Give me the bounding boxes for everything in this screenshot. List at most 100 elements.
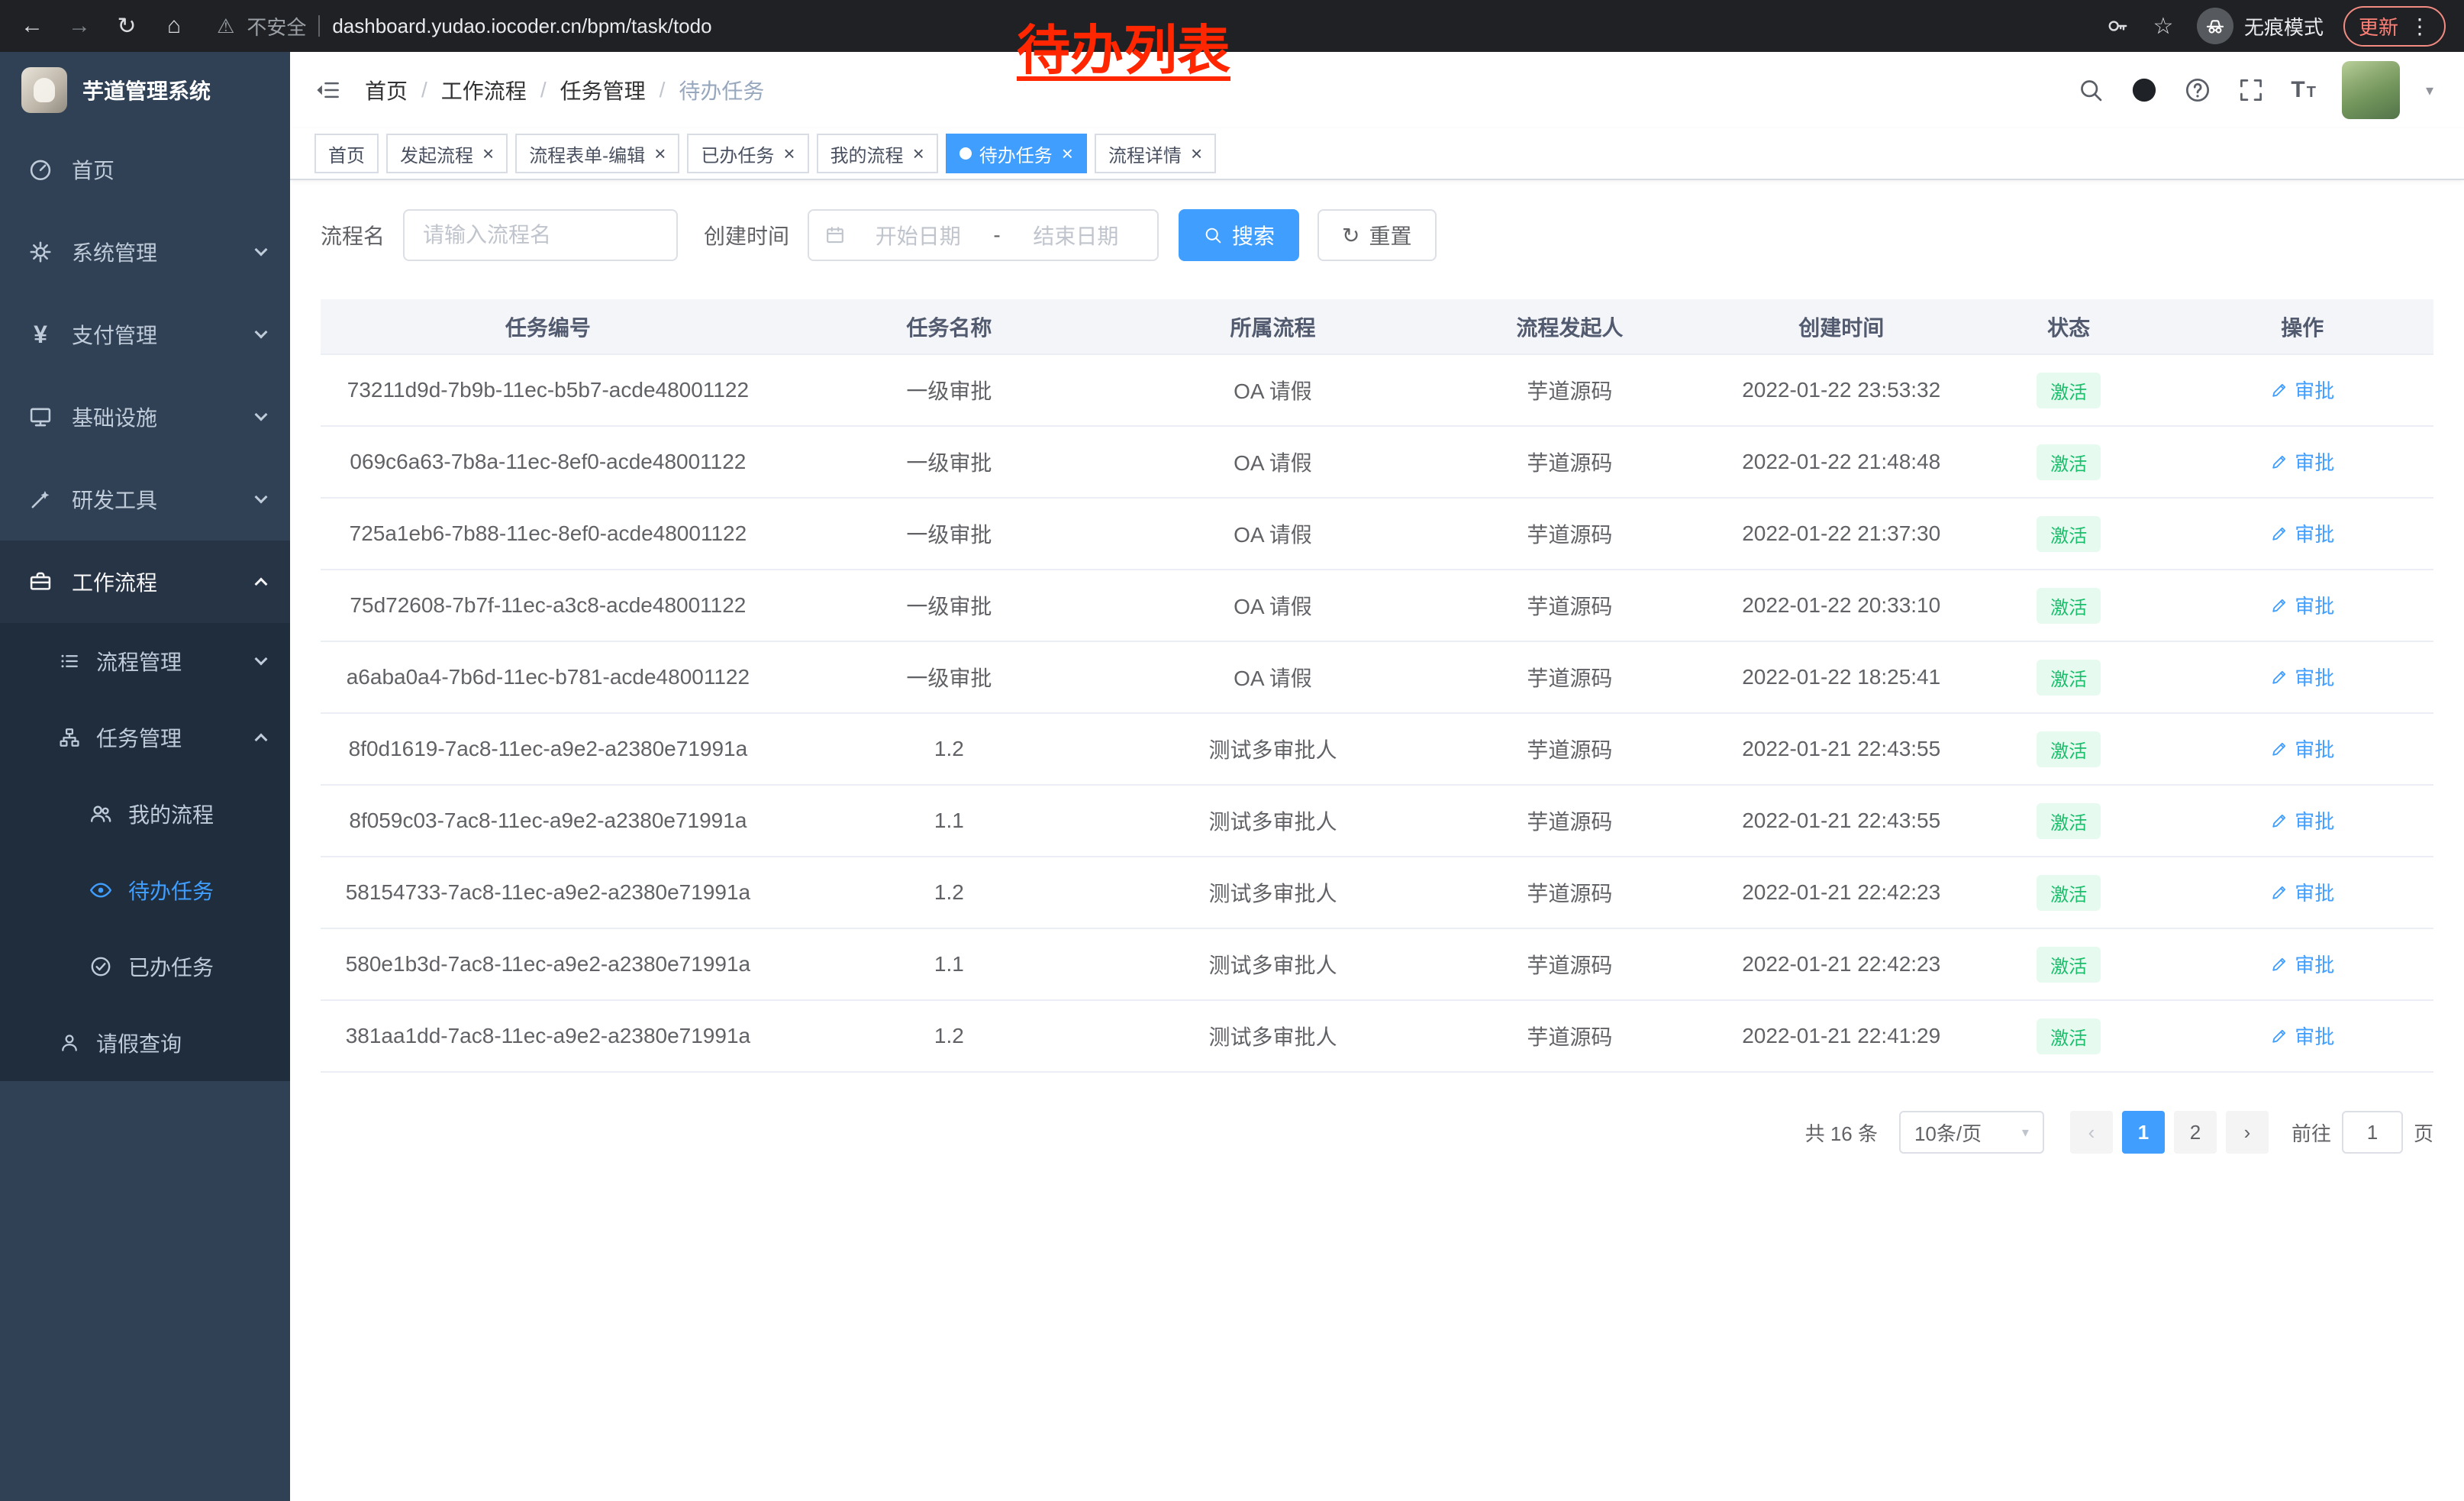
search-icon[interactable]: [2077, 76, 2104, 104]
breadcrumb-workflow[interactable]: 工作流程: [441, 75, 527, 105]
browser-update-button[interactable]: 更新 ⋮: [2343, 6, 2446, 47]
tab[interactable]: 我的流程 ×: [817, 134, 938, 173]
cell-initiator: 芋道源码: [1423, 857, 1717, 928]
forward-icon[interactable]: →: [66, 13, 93, 39]
cell-create-time: 2022-01-21 22:43:55: [1717, 785, 1966, 857]
font-size-icon[interactable]: TT: [2291, 79, 2316, 102]
fullscreen-icon[interactable]: [2237, 76, 2265, 104]
sidebar-item-todo-task[interactable]: 待办任务: [0, 852, 290, 928]
sidebar-item-task-mgmt[interactable]: 任务管理: [0, 699, 290, 776]
tab[interactable]: 发起流程 ×: [386, 134, 508, 173]
browser-menu-icon[interactable]: ⋮: [2409, 14, 2430, 39]
cell-create-time: 2022-01-21 22:41:29: [1717, 1000, 1966, 1072]
address-bar[interactable]: ⚠ 不安全 dashboard.yudao.iocoder.cn/bpm/tas…: [217, 12, 712, 40]
approve-link[interactable]: 审批: [2270, 447, 2334, 476]
sidebar-item-my-process[interactable]: 我的流程: [0, 776, 290, 852]
avatar-caret-icon[interactable]: ▾: [2426, 81, 2433, 100]
cell-task-name: 1.2: [776, 1000, 1123, 1072]
cell-process: OA 请假: [1123, 426, 1423, 498]
approve-link[interactable]: 审批: [2270, 376, 2334, 404]
prev-page-button[interactable]: ‹: [2070, 1111, 2113, 1154]
cell-initiator: 芋道源码: [1423, 713, 1717, 785]
tab-close-icon[interactable]: ×: [482, 144, 494, 163]
tab[interactable]: 待办任务 ×: [946, 134, 1087, 173]
search-button[interactable]: 搜索: [1179, 209, 1299, 261]
create-time-label: 创建时间: [704, 220, 789, 250]
edit-icon: [2270, 525, 2288, 543]
breadcrumb-task-mgmt[interactable]: 任务管理: [560, 75, 646, 105]
back-icon[interactable]: ←: [18, 13, 46, 39]
approve-link[interactable]: 审批: [2270, 878, 2334, 906]
tab[interactable]: 流程表单-编辑 ×: [515, 134, 679, 173]
sidebar-item-payment[interactable]: ¥ 支付管理: [0, 293, 290, 376]
sidebar-item-devtools[interactable]: 研发工具: [0, 458, 290, 541]
sidebar-menu: 首页 系统管理 ¥ 支付管理 基础设施 研发工具: [0, 128, 290, 1081]
date-range-picker[interactable]: 开始日期 - 结束日期: [808, 209, 1159, 261]
tab-close-icon[interactable]: ×: [913, 144, 924, 163]
sidebar-item-leave-query[interactable]: 请假查询: [0, 1005, 290, 1081]
avatar[interactable]: [2342, 61, 2400, 119]
approve-link[interactable]: 审批: [2270, 734, 2334, 763]
help-icon[interactable]: [2184, 76, 2211, 104]
table-row: 8f059c03-7ac8-11ec-a9e2-a2380e71991a 1.1…: [321, 785, 2433, 857]
edit-icon: [2270, 883, 2288, 902]
tab[interactable]: 流程详情 ×: [1095, 134, 1216, 173]
sidebar-item-infra[interactable]: 基础设施: [0, 376, 290, 458]
tab-close-icon[interactable]: ×: [1062, 144, 1073, 163]
reset-button[interactable]: ↻ 重置: [1317, 209, 1436, 261]
cell-actions: 审批: [2172, 857, 2433, 928]
sidebar-item-workflow[interactable]: 工作流程: [0, 541, 290, 623]
cell-create-time: 2022-01-22 23:53:32: [1717, 354, 1966, 426]
next-page-button[interactable]: ›: [2226, 1111, 2269, 1154]
check-icon: [89, 954, 113, 979]
status-badge: 激活: [2037, 875, 2101, 911]
cell-status: 激活: [1966, 928, 2172, 1000]
cell-task-name: 一级审批: [776, 426, 1123, 498]
tab-close-icon[interactable]: ×: [783, 144, 795, 163]
cell-task-name: 1.2: [776, 857, 1123, 928]
approve-link[interactable]: 审批: [2270, 806, 2334, 834]
app-logo[interactable]: 芋道管理系统: [0, 52, 290, 128]
tab[interactable]: 已办任务 ×: [687, 134, 808, 173]
sidebar-collapse-icon[interactable]: [314, 77, 340, 103]
tab[interactable]: 首页: [314, 134, 379, 173]
table-row: 580e1b3d-7ac8-11ec-a9e2-a2380e71991a 1.1…: [321, 928, 2433, 1000]
status-badge: 激活: [2037, 588, 2101, 624]
cell-task-id: 8f059c03-7ac8-11ec-a9e2-a2380e71991a: [321, 785, 776, 857]
cell-create-time: 2022-01-21 22:43:55: [1717, 713, 1966, 785]
cell-status: 激活: [1966, 641, 2172, 713]
approve-link[interactable]: 审批: [2270, 519, 2334, 547]
page-size-select[interactable]: 10条/页 ▾: [1899, 1111, 2044, 1154]
reload-icon[interactable]: ↻: [113, 13, 140, 40]
cell-initiator: 芋道源码: [1423, 928, 1717, 1000]
monitor-icon: [27, 404, 53, 430]
approve-link[interactable]: 审批: [2270, 591, 2334, 619]
github-icon[interactable]: [2130, 76, 2158, 104]
sidebar-item-system[interactable]: 系统管理: [0, 211, 290, 293]
breadcrumb-current: 待办任务: [679, 75, 764, 105]
approve-link[interactable]: 审批: [2270, 1022, 2334, 1050]
bookmark-star-icon[interactable]: ☆: [2150, 13, 2177, 40]
sidebar-item-home[interactable]: 首页: [0, 128, 290, 211]
password-key-icon[interactable]: [2105, 14, 2130, 38]
sidebar-item-done-task[interactable]: 已办任务: [0, 928, 290, 1005]
cell-actions: 审批: [2172, 641, 2433, 713]
status-badge: 激活: [2037, 373, 2101, 408]
approve-link[interactable]: 审批: [2270, 663, 2334, 691]
goto-page-input[interactable]: [2342, 1111, 2403, 1154]
approve-link[interactable]: 审批: [2270, 950, 2334, 978]
tab-close-icon[interactable]: ×: [654, 144, 666, 163]
dashboard-icon: [27, 157, 53, 182]
cell-status: 激活: [1966, 426, 2172, 498]
home-icon[interactable]: ⌂: [160, 13, 188, 39]
tab-close-icon[interactable]: ×: [1191, 144, 1202, 163]
edit-icon: [2270, 453, 2288, 471]
process-name-input[interactable]: [403, 209, 678, 261]
breadcrumb-home[interactable]: 首页: [365, 75, 408, 105]
cell-process: OA 请假: [1123, 498, 1423, 570]
cell-process: 测试多审批人: [1123, 1000, 1423, 1072]
page-button-2[interactable]: 2: [2174, 1111, 2217, 1154]
page-button-1[interactable]: 1: [2122, 1111, 2165, 1154]
sidebar-item-process-mgmt[interactable]: 流程管理: [0, 623, 290, 699]
search-icon: [1203, 225, 1223, 245]
